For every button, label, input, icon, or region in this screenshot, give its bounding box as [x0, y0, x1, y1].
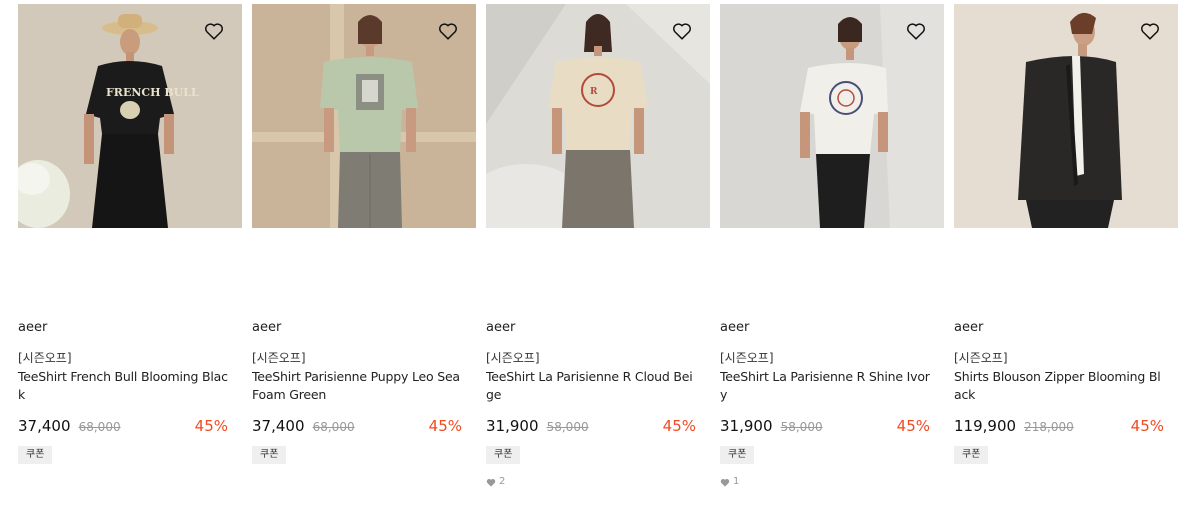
svg-text:R: R [590, 87, 598, 97]
price-row: 31,900 58,000 45% [720, 416, 930, 436]
product-tag: [시즌오프] [486, 351, 540, 365]
coupon-badge: 쿠폰 [252, 446, 287, 464]
product-tag: [시즌오프] [720, 351, 774, 365]
coupon-badge: 쿠폰 [954, 446, 989, 464]
product-tag: [시즌오프] [954, 351, 1008, 365]
like-count-value: 1 [733, 476, 740, 487]
product-card[interactable]: aeer [시즌오프] Shirts Blouson Zipper Bloomi… [954, 4, 1178, 464]
like-count: 1 [720, 476, 944, 488]
coupon-badge: 쿠폰 [18, 446, 53, 464]
product-image[interactable]: FRENCH BULL [18, 4, 242, 228]
discount-rate: 45% [428, 417, 462, 435]
product-name[interactable]: TeeShirt Parisienne Puppy Leo Sea Foam G… [252, 368, 462, 404]
original-price: 68,000 [312, 420, 355, 434]
product-name[interactable]: Shirts Blouson Zipper Blooming Black [954, 368, 1164, 404]
original-price: 218,000 [1024, 420, 1074, 434]
coupon-badge: 쿠폰 [486, 446, 521, 464]
price-row: 37,400 68,000 45% [18, 416, 228, 436]
heart-icon[interactable] [437, 20, 459, 42]
product-tag: [시즌오프] [18, 351, 72, 365]
discount-rate: 45% [1130, 417, 1164, 435]
product-card[interactable]: aeer [시즌오프] TeeShirt La Parisienne R Shi… [720, 4, 944, 488]
product-brand[interactable]: aeer [954, 320, 1178, 336]
like-count: 2 [486, 476, 710, 488]
price-row: 37,400 68,000 45% [252, 416, 462, 436]
price-row: 119,900 218,000 45% [954, 416, 1164, 436]
sale-price: 31,900 [486, 417, 539, 435]
price-row: 31,900 58,000 45% [486, 416, 696, 436]
heart-filled-icon [720, 478, 730, 487]
product-tag: [시즌오프] [252, 351, 306, 365]
discount-rate: 45% [896, 417, 930, 435]
discount-rate: 45% [662, 417, 696, 435]
product-grid: FRENCH BULL aeer [시즌오프] TeeShirt French … [0, 0, 1184, 520]
product-card[interactable]: R aeer [시즌오프] TeeShirt La Parisienne R C… [486, 4, 710, 488]
discount-rate: 45% [194, 417, 228, 435]
svg-text:FRENCH BULL: FRENCH BULL [106, 86, 199, 99]
sale-price: 31,900 [720, 417, 773, 435]
product-brand[interactable]: aeer [18, 320, 242, 336]
coupon-badge: 쿠폰 [720, 446, 755, 464]
original-price: 68,000 [78, 420, 121, 434]
heart-icon[interactable] [905, 20, 927, 42]
original-price: 58,000 [780, 420, 823, 434]
heart-icon[interactable] [203, 20, 225, 42]
heart-icon[interactable] [671, 20, 693, 42]
original-price: 58,000 [546, 420, 589, 434]
like-count-value: 2 [499, 476, 506, 487]
product-image[interactable] [720, 4, 944, 228]
product-brand[interactable]: aeer [252, 320, 476, 336]
product-image[interactable]: R [486, 4, 710, 228]
sale-price: 37,400 [252, 417, 305, 435]
sale-price: 119,900 [954, 417, 1017, 435]
product-card[interactable]: FRENCH BULL aeer [시즌오프] TeeShirt French … [18, 4, 242, 464]
product-image[interactable] [252, 4, 476, 228]
heart-icon[interactable] [1139, 20, 1161, 42]
product-name[interactable]: TeeShirt French Bull Blooming Black [18, 368, 228, 404]
product-card[interactable]: aeer [시즌오프] TeeShirt Parisienne Puppy Le… [252, 4, 476, 464]
product-name[interactable]: TeeShirt La Parisienne R Shine Ivory [720, 368, 930, 404]
product-image[interactable] [954, 4, 1178, 228]
sale-price: 37,400 [18, 417, 71, 435]
product-name[interactable]: TeeShirt La Parisienne R Cloud Beige [486, 368, 696, 404]
product-brand[interactable]: aeer [486, 320, 710, 336]
heart-filled-icon [486, 478, 496, 487]
product-brand[interactable]: aeer [720, 320, 944, 336]
